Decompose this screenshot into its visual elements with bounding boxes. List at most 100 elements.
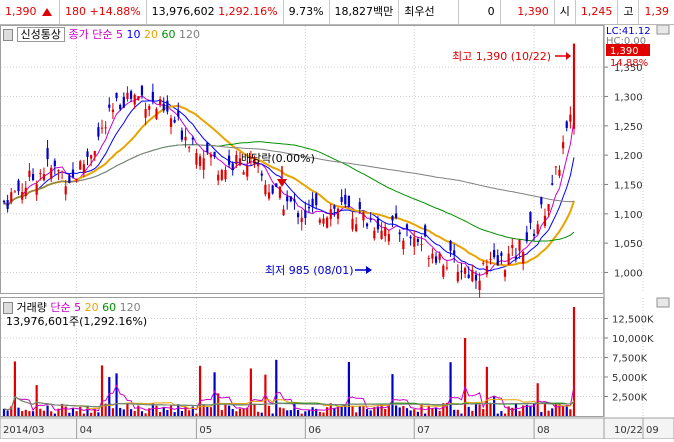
volume-bar (64, 406, 67, 416)
volume-bar (286, 410, 289, 416)
candle-body (122, 96, 125, 108)
candle-body (206, 142, 209, 153)
candle-body (485, 265, 488, 275)
ma-period-5[interactable]: 5 (116, 28, 123, 41)
volume-bar (489, 403, 492, 416)
stock-name[interactable]: 신성통상 (16, 27, 65, 42)
volume-bar (282, 408, 285, 416)
ma-period-60[interactable]: 60 (161, 28, 175, 41)
ma-period-20[interactable]: 20 (144, 28, 158, 41)
price-tick-label: 1,000 (614, 268, 643, 279)
volume-bar (21, 411, 24, 416)
min-price-label: 최저 985 (08/01) (265, 264, 354, 277)
candle-body (318, 219, 321, 223)
volume-bar (173, 412, 176, 416)
candle-body (326, 217, 329, 228)
volume-bar (340, 406, 343, 416)
volume-bar (322, 412, 325, 416)
volume-bar (249, 368, 252, 416)
candle-body (398, 232, 401, 235)
panel-menu-icon[interactable] (3, 29, 13, 41)
candle-body (296, 213, 300, 218)
candle-body (329, 209, 332, 220)
candle-body (344, 194, 347, 205)
volume-panel-resize-handle[interactable] (656, 297, 670, 308)
trade-amount: 18,827백만 (330, 0, 400, 24)
volume-bar (543, 403, 547, 416)
candle-body (289, 196, 292, 202)
candle-body (489, 258, 492, 260)
volume-bar (220, 410, 223, 416)
volume-bar (424, 413, 427, 416)
candle-body (405, 224, 409, 229)
volume-bar (17, 407, 20, 416)
candle-body (427, 257, 430, 259)
volume-bar (565, 404, 568, 416)
volume-bar (333, 407, 336, 416)
volume-bar (253, 403, 256, 416)
volume-bar (166, 409, 169, 416)
volume-bar (260, 412, 263, 416)
candle-body (155, 109, 158, 119)
volume-bar (365, 408, 369, 416)
candle-body (86, 151, 89, 157)
volume-bar (267, 405, 271, 416)
volume-bar (485, 366, 488, 416)
candle-body (355, 224, 358, 232)
candle-body (456, 271, 459, 282)
volume-bar (227, 405, 231, 416)
stock-chart-svg[interactable]: 1,3501,3001,2501,2001,1501,1001,0501,000… (0, 24, 674, 440)
volume-bar (50, 411, 53, 416)
candle-body (445, 267, 449, 269)
chart-area[interactable]: 1,350 1,300 1,250 1,200 1,150 1,100 1,050 1,000… (0, 24, 674, 440)
candle-body (46, 148, 49, 160)
current-price-tag: 1,390 (610, 46, 639, 57)
candle-body (21, 191, 24, 200)
volume-bar (209, 407, 213, 416)
volume-bar (257, 411, 260, 416)
candle-body (482, 262, 485, 264)
candle-body (380, 230, 383, 240)
volume-bar (159, 411, 162, 416)
quote-price-cell: 1,390 (0, 0, 60, 24)
date-tick-label: 09 (646, 425, 659, 436)
candle-body (267, 192, 271, 199)
candle-body (75, 179, 78, 181)
panel-resize-handle[interactable] (656, 24, 670, 35)
candle-body (551, 183, 554, 185)
volume-bar (275, 359, 278, 416)
volume-bar (198, 365, 202, 416)
volume-bar (144, 413, 147, 416)
volume-bar (129, 409, 133, 416)
ma-period-10[interactable]: 10 (126, 28, 140, 41)
candle-body (282, 209, 285, 216)
candle-body (227, 155, 231, 165)
candle-body (300, 217, 303, 223)
candle-body (90, 155, 93, 159)
candle-body (529, 212, 532, 223)
volume-bar (46, 405, 49, 416)
volume-bar (195, 413, 198, 416)
candle-body (503, 270, 507, 277)
volume-bar (456, 409, 459, 416)
volume-bar (151, 403, 154, 416)
candle-body (409, 236, 412, 239)
candle-body (264, 184, 267, 195)
volume-bar (278, 407, 282, 416)
ma-period-120[interactable]: 120 (179, 28, 200, 41)
candle-body (242, 172, 245, 175)
candle-body (60, 171, 64, 173)
volume-bar (467, 406, 470, 416)
volume-bar (162, 407, 165, 416)
price-tick-label: 1,150 (614, 180, 643, 191)
volume-bar (304, 411, 307, 416)
volume-bar (35, 385, 38, 416)
volume-bar (413, 409, 416, 416)
volume-bar (540, 411, 543, 416)
ma-label[interactable]: 종가 단순 (68, 28, 112, 41)
date-tick-label: 2014/03 (3, 425, 45, 436)
candle-body (24, 187, 27, 196)
volume-bar (235, 411, 238, 416)
candle-body (28, 170, 31, 177)
volume-bar (351, 406, 354, 416)
